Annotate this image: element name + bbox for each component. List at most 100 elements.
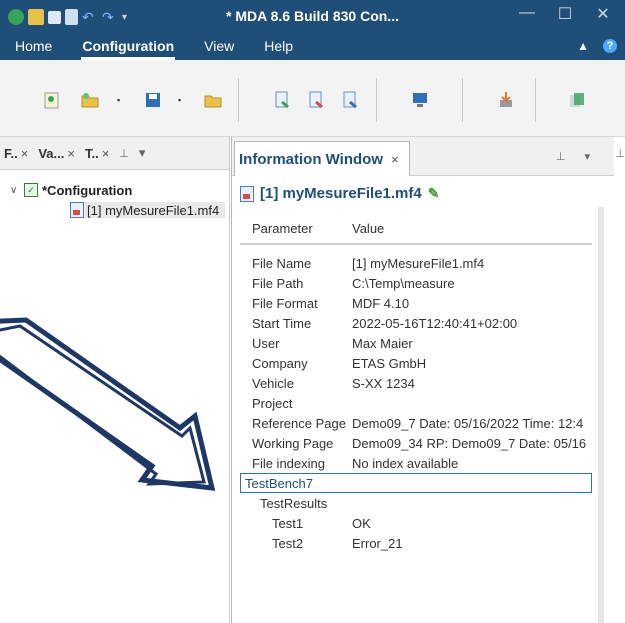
folder-icon[interactable] — [28, 9, 44, 25]
tab-home[interactable]: Home — [0, 34, 67, 60]
qat-customize-icon[interactable]: ▾ — [122, 12, 127, 23]
table-row: Company ETAS GmbH — [240, 353, 592, 373]
pencil-icon[interactable]: ✎ — [428, 185, 440, 202]
configuration-tree: ∨ ✓ *Configuration [1] myMesureFile1.mf4 — [0, 170, 229, 220]
file-header: [1] myMesureFile1.mf4 ✎ — [240, 185, 439, 202]
param-cell: Start Time — [252, 315, 312, 331]
pin-icon[interactable]: ⊥ — [615, 147, 625, 160]
table-header: Parameter Value — [240, 213, 592, 245]
tab-view[interactable]: View — [189, 34, 249, 60]
ribbon-separator — [462, 78, 463, 122]
config-file-icon: ✓ — [24, 183, 38, 197]
param-cell: Project — [252, 395, 293, 411]
value-cell: C:\Temp\measure — [352, 275, 455, 291]
value-cell: 2022-05-16T12:40:41+02:00 — [352, 315, 518, 331]
expand-chevron-icon[interactable]: ∨ — [10, 185, 24, 196]
value-cell: S-XX 1234 — [352, 375, 415, 391]
ribbon-separator — [376, 78, 377, 122]
tab-t-label: T.. — [84, 145, 99, 161]
param-cell: File Format — [252, 295, 318, 311]
export-icon[interactable] — [65, 9, 78, 25]
table-row: Start Time 2022-05-16T12:40:41+02:00 — [240, 313, 592, 333]
param-cell: Working Page — [252, 435, 334, 451]
table-row: File indexing No index available — [240, 453, 592, 473]
param-cell: User — [252, 335, 280, 351]
monitor-icon[interactable] — [410, 90, 430, 110]
param-cell: Vehicle — [252, 375, 294, 391]
header-value[interactable]: Value — [352, 221, 592, 236]
header-parameter[interactable]: Parameter — [240, 221, 352, 236]
quick-access-toolbar: ↶ ↷ ▾ — [8, 7, 127, 27]
ribbon-right-controls: ▲ ? — [577, 39, 617, 53]
config-icon[interactable] — [42, 90, 62, 110]
app-icon[interactable] — [8, 9, 24, 25]
table-row: Project — [240, 393, 592, 413]
param-cell: File Name — [252, 255, 312, 271]
folder-icon[interactable] — [203, 90, 223, 110]
tree-root[interactable]: ∨ ✓ *Configuration — [10, 180, 229, 200]
left-panel-tabs: F.. × Va... × T.. × ⊥ ▾ — [0, 137, 229, 170]
tab-variables[interactable]: Va... × — [38, 146, 75, 161]
table-row: User Max Maier — [240, 333, 592, 353]
vertical-scrollbar[interactable] — [598, 207, 604, 623]
tab-configuration[interactable]: Configuration — [67, 34, 189, 60]
maximize-button[interactable]: ☐ — [551, 4, 579, 24]
ribbon-separator — [238, 78, 239, 122]
pin-icon[interactable]: ⊥ — [119, 147, 129, 160]
close-icon[interactable]: × — [391, 152, 399, 167]
ribbon-tabs: Home Configuration View Help — [0, 34, 308, 60]
close-icon[interactable]: × — [21, 146, 29, 161]
table-row: File Path C:\Temp\measure — [240, 273, 592, 293]
tree-item-measure-file[interactable]: [1] myMesureFile1.mf4 — [10, 200, 229, 220]
value-cell: ETAS GmbH — [352, 355, 427, 371]
table-row: Reference Page Demo09_7 Date: 05/16/2022 … — [240, 413, 592, 433]
table-row: Test1 OK — [240, 513, 592, 533]
table-row: Test2 Error_21 — [240, 533, 592, 553]
undo-icon[interactable]: ↶ — [82, 9, 98, 25]
param-cell: Test1 — [272, 515, 304, 531]
ribbon-toolbar: ▪ ▪ — [0, 60, 625, 137]
save-icon[interactable] — [48, 10, 61, 24]
close-button[interactable]: ✕ — [589, 4, 617, 24]
open-folder-icon[interactable] — [80, 90, 100, 110]
value-cell: OK — [352, 515, 371, 531]
replace-file-icon[interactable] — [340, 90, 360, 110]
param-cell: Company — [252, 355, 308, 371]
collapse-ribbon-icon[interactable]: ▲ — [577, 39, 589, 53]
section-testbench[interactable]: TestBench7 — [240, 473, 592, 493]
tab-information-window[interactable]: Information Window × — [234, 141, 410, 176]
info-tabbar: Information Window × ⊥ ▾ — [232, 137, 614, 176]
open-dropdown-icon[interactable]: ▪ — [117, 95, 120, 105]
tab-files[interactable]: F.. × — [4, 146, 28, 161]
minimize-button[interactable]: — — [513, 4, 541, 24]
file-mf4-icon — [240, 185, 254, 202]
close-icon[interactable]: × — [102, 146, 110, 161]
param-cell: Test2 — [272, 535, 304, 551]
file-title: [1] myMesureFile1.mf4 — [260, 185, 422, 202]
param-cell: Reference Page — [252, 415, 346, 431]
value-cell: Max Maier — [352, 335, 413, 351]
properties-table: Parameter Value File Name [1] myMesureFil… — [240, 213, 592, 553]
redo-icon[interactable]: ↷ — [102, 9, 118, 25]
title-bar: ↶ ↷ ▾ * MDA 8.6 Build 830 Con... — ☐ ✕ H… — [0, 0, 625, 60]
add-file-icon[interactable] — [272, 90, 292, 110]
save-dropdown-icon[interactable]: ▪ — [178, 95, 181, 105]
copy-icon[interactable] — [567, 90, 587, 110]
value-cell: No index available — [352, 455, 459, 471]
value-cell: [1] myMesureFile1.mf4 — [352, 255, 485, 271]
info-tab-label: Information Window — [239, 150, 384, 168]
close-icon[interactable]: × — [67, 146, 75, 161]
param-cell: File indexing — [252, 455, 325, 471]
value-cell: Demo09_7 Date: 05/16/2022 Time: 12:4 — [352, 415, 584, 431]
value-cell: Error_21 — [352, 535, 403, 551]
remove-file-icon[interactable] — [306, 90, 326, 110]
save-icon[interactable] — [143, 90, 163, 110]
table-row: Working Page Demo09_34 RP: Demo09_7 Date:… — [240, 433, 592, 453]
help-icon[interactable]: ? — [603, 39, 617, 53]
tab-help[interactable]: Help — [249, 34, 308, 60]
import-icon[interactable] — [496, 90, 516, 110]
panel-dropdown-icon[interactable]: ▾ — [139, 145, 146, 161]
tab-t[interactable]: T.. × — [85, 146, 109, 161]
tree-root-label: *Configuration — [42, 182, 133, 198]
pin-icon[interactable]: ⊥ ▾ — [556, 150, 598, 163]
